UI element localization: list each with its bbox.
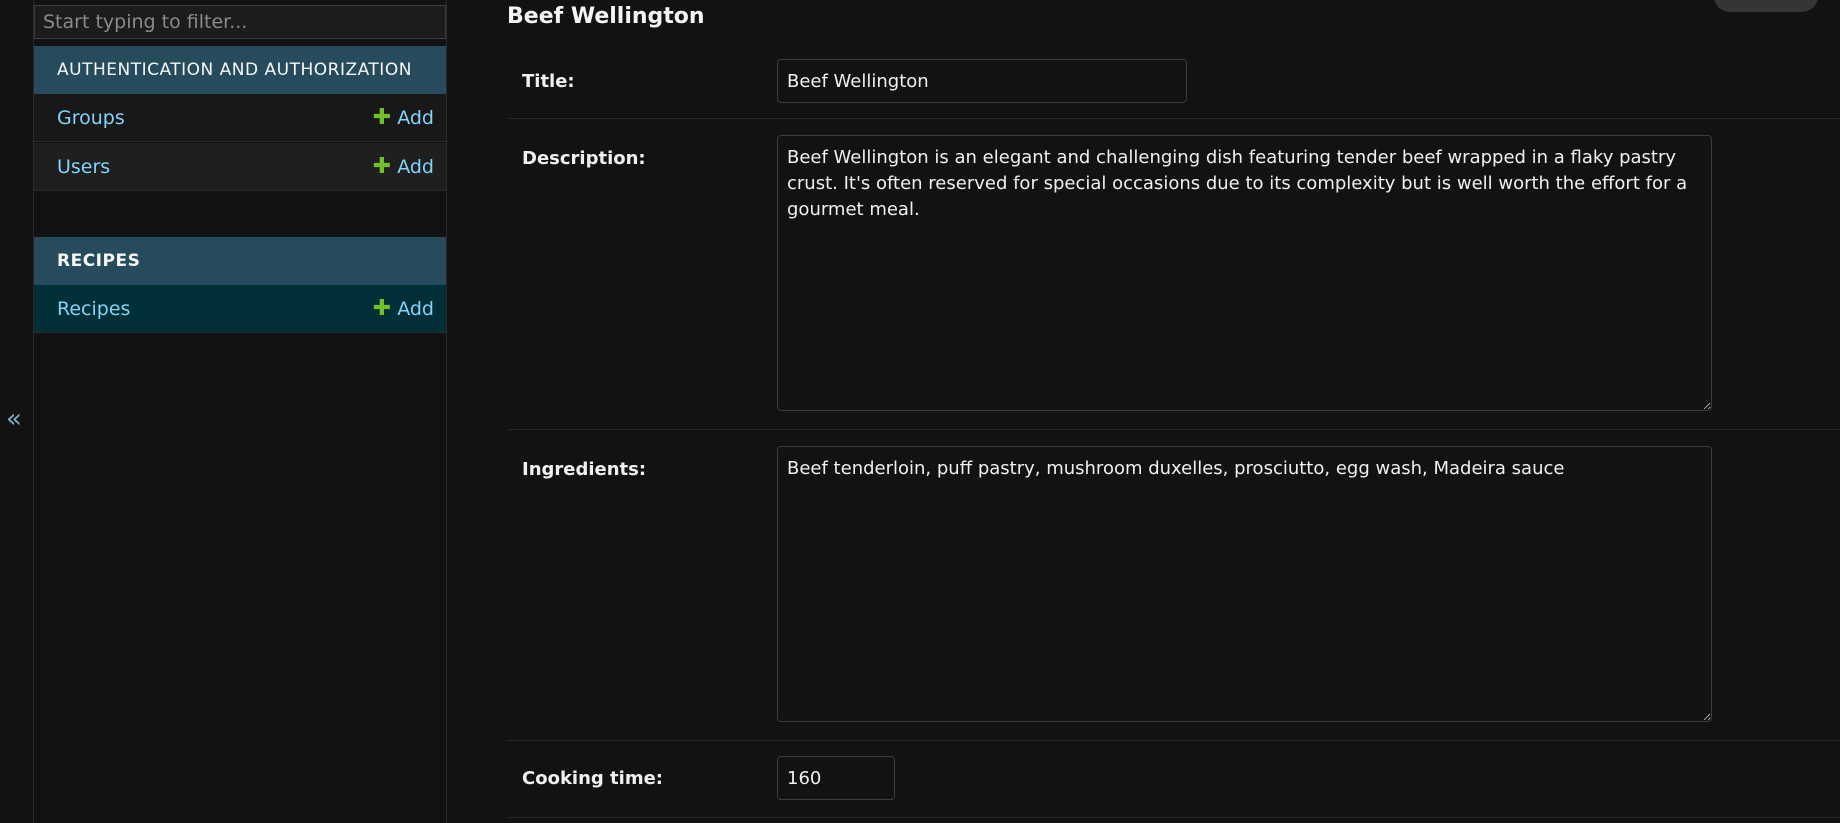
app-header-auth[interactable]: AUTHENTICATION AND AUTHORIZATION	[34, 46, 446, 94]
sidebar-link-groups[interactable]: Groups	[57, 94, 125, 142]
app-header-recipes[interactable]: RECIPES	[34, 237, 446, 285]
page-title: Beef Wellington	[507, 4, 705, 29]
nav-filter-input[interactable]	[34, 5, 446, 39]
title-input[interactable]	[777, 59, 1187, 103]
main-content: Beef Wellington Title: Description: Beef…	[447, 0, 1840, 823]
sidebar-item-groups: Groups ✚ Add	[34, 94, 446, 142]
form-row-ingredients: Ingredients: Beef tenderloin, puff pastr…	[507, 430, 1840, 741]
add-group-button[interactable]: ✚ Add	[373, 94, 434, 142]
description-label: Description:	[522, 148, 646, 169]
plus-icon: ✚	[372, 154, 392, 179]
sidebar-item-users: Users ✚ Add	[34, 143, 446, 191]
sidebar: AUTHENTICATION AND AUTHORIZATION Groups …	[34, 0, 447, 823]
sidebar-item-recipes: Recipes ✚ Add	[34, 285, 446, 333]
cooking-time-input[interactable]	[777, 756, 895, 800]
collapse-sidebar-icon[interactable]: «	[6, 404, 22, 434]
sidebar-link-users[interactable]: Users	[57, 143, 110, 191]
plus-icon: ✚	[372, 105, 392, 130]
plus-icon: ✚	[372, 296, 392, 321]
add-label: Add	[397, 298, 434, 320]
add-recipe-button[interactable]: ✚ Add	[373, 285, 434, 333]
add-label: Add	[397, 156, 434, 178]
description-textarea[interactable]: Beef Wellington is an elegant and challe…	[777, 135, 1712, 411]
form-row-cooking-time: Cooking time:	[507, 741, 1840, 818]
form-row-description: Description: Beef Wellington is an elega…	[507, 119, 1840, 430]
history-button[interactable]	[1714, 0, 1818, 12]
add-label: Add	[397, 107, 434, 129]
ingredients-label: Ingredients:	[522, 459, 647, 480]
add-user-button[interactable]: ✚ Add	[373, 143, 434, 191]
ingredients-textarea[interactable]: Beef tenderloin, puff pastry, mushroom d…	[777, 446, 1712, 722]
title-label: Title:	[522, 71, 575, 92]
form-row-title: Title:	[507, 52, 1840, 119]
sidebar-toggle-strip: «	[0, 0, 34, 823]
sidebar-link-recipes[interactable]: Recipes	[57, 285, 130, 333]
cooking-time-label: Cooking time:	[522, 768, 663, 789]
